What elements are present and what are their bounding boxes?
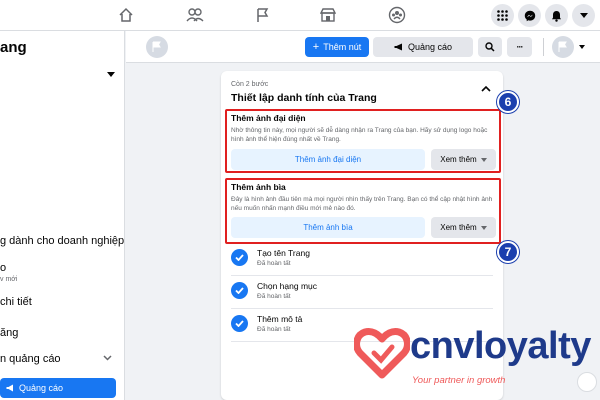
more-icon: ··· (516, 42, 524, 52)
home-icon[interactable] (115, 5, 137, 25)
pages-flag-icon[interactable] (252, 5, 274, 25)
chevron-down-icon[interactable] (103, 355, 112, 361)
flag-icon (558, 41, 567, 52)
brand-watermark: cnvloyalty Your partner in growth (354, 323, 591, 393)
sidebar-item-3[interactable]: ăng (0, 327, 18, 339)
brand-name: cnvloyalty (410, 325, 591, 367)
completed-step-status: Đã hoàn tất (257, 293, 291, 300)
marketplace-icon[interactable] (317, 5, 339, 25)
profile-see-more-button[interactable]: Xem thêm (431, 149, 496, 170)
notifications-icon[interactable] (545, 4, 568, 27)
check-circle-icon (231, 282, 248, 299)
header-divider (543, 38, 544, 56)
sidebar-item-1[interactable]: o (0, 262, 6, 274)
megaphone-icon (394, 43, 402, 51)
promote-button[interactable]: Quảng cáo (373, 37, 473, 57)
cover-see-more-button[interactable]: Xem thêm (431, 217, 496, 238)
add-button-button[interactable]: + Thêm nút (305, 37, 369, 57)
menu-grid-icon[interactable] (491, 4, 514, 27)
sidebar-page-name: ang (0, 39, 27, 56)
megaphone-icon (6, 384, 13, 392)
cover-photo-title: Thêm ảnh bìa (231, 182, 286, 192)
annotation-badge-7: 7 (497, 241, 519, 263)
account-switcher-caret-icon[interactable] (579, 45, 585, 49)
check-circle-icon (231, 249, 248, 266)
profile-see-more-label: Xem thêm (440, 155, 477, 164)
promote-button-label: Quảng cáo (407, 42, 453, 52)
scroll-corner-button[interactable] (577, 372, 597, 392)
add-cover-photo-button[interactable]: Thêm ảnh bìa (231, 217, 425, 238)
page-avatar[interactable] (146, 36, 168, 58)
account-switcher-avatar[interactable] (552, 36, 574, 58)
sidebar-ad-button[interactable]: Quảng cáo (0, 378, 116, 398)
annotation-badge-6: 6 (497, 91, 519, 113)
completed-step-title: Thêm mô tả (257, 314, 303, 324)
cover-see-more-label: Xem thêm (440, 223, 477, 232)
more-options-button[interactable]: ··· (507, 37, 532, 57)
completed-step-status: Đã hoàn tất (257, 326, 291, 333)
sidebar-item-details[interactable]: chi tiết (0, 296, 32, 308)
search-icon (485, 42, 495, 52)
completed-step-title: Chọn hạng mục (257, 281, 318, 291)
profile-photo-description: Nhờ thông tin này, mọi người sẽ dễ dàng … (231, 127, 488, 143)
completed-step-status: Đã hoàn tất (257, 260, 291, 267)
completed-step-title: Tạo tên Trang (257, 248, 310, 258)
cover-photo-section: Thêm ảnh bìa Đây là hình ảnh đầu tiên mà… (231, 182, 493, 213)
add-button-label: Thêm nút (323, 42, 362, 52)
heart-logo-icon (354, 328, 410, 379)
sidebar-item-1-sub: v mới (0, 276, 18, 283)
groups-icon[interactable] (386, 5, 408, 25)
page-sidebar: ang g dành cho doanh nghiệp o v mới chi … (0, 31, 125, 400)
steps-remaining: Còn 2 bước (231, 81, 269, 88)
check-circle-icon (231, 315, 248, 332)
profile-photo-section: Thêm ảnh đại diện Nhờ thông tin này, mọi… (231, 113, 493, 144)
page-header: + Thêm nút Quảng cáo ··· (126, 31, 600, 63)
cover-photo-description: Đây là hình ảnh đầu tiên mà mọi người nh… (231, 196, 493, 212)
flag-icon (152, 41, 161, 52)
caret-down-icon (480, 225, 487, 230)
caret-down-icon (480, 157, 487, 162)
profile-photo-title: Thêm ảnh đại diện (231, 113, 306, 123)
sidebar-item-business[interactable]: g dành cho doanh nghiệp (0, 235, 124, 247)
search-button[interactable] (478, 37, 502, 57)
sidebar-caret-icon[interactable] (107, 72, 115, 77)
sidebar-item-ads[interactable]: n quảng cáo (0, 353, 61, 365)
sidebar-ad-button-label: Quảng cáo (19, 383, 64, 393)
add-profile-photo-button[interactable]: Thêm ảnh đại diện (231, 149, 425, 170)
friends-icon[interactable] (184, 5, 206, 25)
brand-tagline: Your partner in growth (412, 375, 506, 386)
account-caret-icon[interactable] (572, 4, 595, 27)
plus-icon: + (312, 41, 320, 53)
chevron-up-icon[interactable] (481, 85, 491, 92)
messenger-icon[interactable] (518, 4, 541, 27)
completed-step-item: Chọn hạng mục Đã hoàn tất (231, 276, 493, 309)
top-navigation-bar (0, 0, 600, 31)
completed-step-item: Tạo tên Trang Đã hoàn tất (231, 243, 493, 276)
card-title: Thiết lập danh tính của Trang (231, 92, 377, 104)
